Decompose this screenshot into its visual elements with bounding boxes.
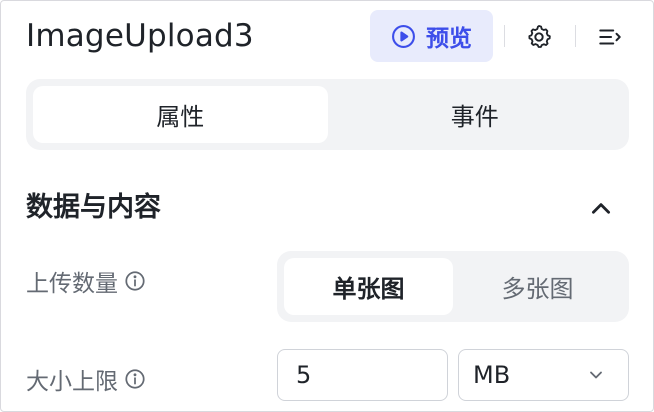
header-divider	[504, 25, 505, 47]
size-unit-value: MB	[473, 361, 511, 389]
play-circle-icon	[391, 24, 416, 49]
component-title: ImageUpload3	[26, 18, 254, 54]
info-icon[interactable]	[124, 270, 146, 292]
gear-icon	[526, 24, 552, 50]
section-collapse-button[interactable]	[586, 194, 616, 224]
info-icon[interactable]	[124, 368, 146, 390]
upload-count-label: 上传数量	[26, 264, 146, 298]
size-limit-label-text: 大小上限	[26, 369, 118, 395]
tab-events[interactable]: 事件	[328, 86, 623, 143]
chevron-up-icon	[588, 196, 614, 222]
upload-count-label-text: 上传数量	[26, 271, 118, 297]
collapse-panel-button[interactable]	[596, 23, 624, 51]
preview-label: 预览	[426, 26, 472, 52]
size-limit-input[interactable]	[277, 349, 448, 401]
collapse-right-icon	[597, 24, 623, 50]
tab-properties[interactable]: 属性	[33, 86, 328, 143]
size-limit-label: 大小上限	[26, 362, 146, 396]
upload-count-segmented-control: 单张图 多张图	[277, 251, 629, 322]
size-unit-select[interactable]: MB	[458, 349, 629, 401]
preview-button[interactable]: 预览	[370, 10, 493, 62]
chevron-down-icon	[586, 365, 606, 385]
section-title: 数据与内容	[26, 192, 161, 223]
header-divider	[575, 25, 576, 47]
properties-panel: ImageUpload3 预览 属性 事件 数据与内容 上传数量 单张图 多张图…	[0, 0, 654, 412]
settings-button[interactable]	[525, 23, 553, 51]
multiple-images-option[interactable]: 多张图	[453, 258, 622, 315]
tab-bar: 属性 事件	[26, 79, 629, 150]
single-image-option[interactable]: 单张图	[284, 258, 453, 315]
